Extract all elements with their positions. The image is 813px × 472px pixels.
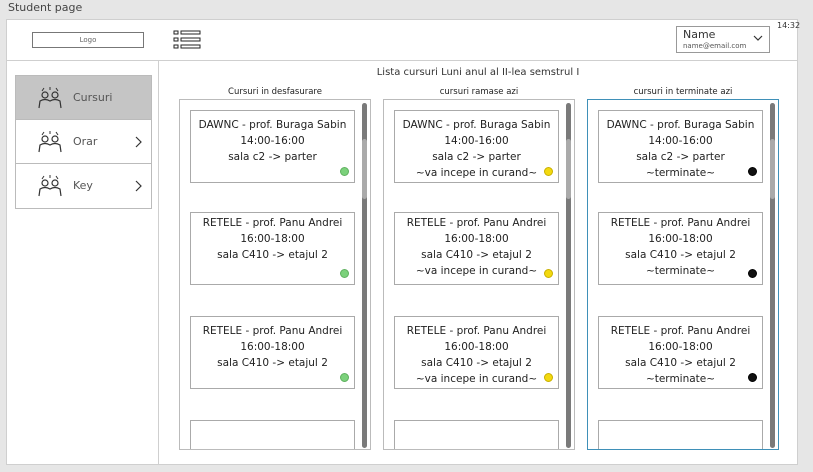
course-room: sala C410 -> etajul 2 (421, 249, 532, 261)
people-icon (38, 131, 62, 153)
sidebar-item-label: Cursuri (73, 91, 113, 104)
list-icon[interactable] (173, 29, 201, 51)
header: Logo Name name@email.com 14:32 (7, 20, 801, 61)
column-title-remaining: cursuri ramase azi (439, 87, 519, 97)
column-remaining[interactable]: DAWNC - prof. Buraga Sabin 14:00-16:00 s… (383, 99, 575, 450)
course-room: sala c2 -> parter (228, 151, 317, 163)
course-status: ~terminate~ (645, 167, 716, 179)
course-name: RETELE - prof. Panu Andrei (610, 325, 751, 337)
course-card[interactable]: DAWNC - prof. Buraga Sabin 14:00-16:00 s… (394, 110, 559, 183)
course-status: ~terminate~ (645, 265, 716, 277)
course-room: sala C410 -> etajul 2 (421, 357, 532, 369)
course-time: 14:00-16:00 (444, 135, 509, 147)
sidebar-item-label: Orar (73, 135, 98, 148)
course-status: ~va incepe in curand~ (415, 265, 538, 277)
course-status: ~va incepe in curand~ (415, 167, 538, 179)
course-name: DAWNC - prof. Buraga Sabin (606, 119, 755, 131)
course-room: sala c2 -> parter (432, 151, 521, 163)
user-name: Name (683, 28, 716, 41)
scrollbar[interactable] (770, 103, 775, 448)
people-icon (38, 87, 62, 109)
status-dot (544, 167, 553, 176)
course-time: 14:00-16:00 (648, 135, 713, 147)
app-frame: Logo Name name@email.com 14:32 Cursuri O… (6, 19, 801, 465)
course-room: sala C410 -> etajul 2 (625, 249, 736, 261)
chevron-right-icon (135, 180, 142, 192)
clock: 14:32 (777, 21, 801, 30)
course-card[interactable]: DAWNC - prof. Buraga Sabin 14:00-16:00 s… (190, 110, 355, 183)
course-status: ~terminate~ (645, 373, 716, 385)
course-time: 14:00-16:00 (240, 135, 305, 147)
status-dot (544, 373, 553, 382)
user-email: name@email.com (683, 42, 747, 50)
column-finished[interactable]: DAWNC - prof. Buraga Sabin 14:00-16:00 s… (587, 99, 779, 450)
chevron-down-icon (753, 35, 763, 41)
course-time: 16:00-18:00 (444, 233, 509, 245)
sidebar: Cursuri Orar Key (7, 61, 159, 465)
course-time: 16:00-18:00 (240, 341, 305, 353)
course-card[interactable]: RETELE - prof. Panu Andrei 16:00-18:00 s… (190, 316, 355, 389)
course-status: ~va incepe in curand~ (415, 373, 538, 385)
logo[interactable]: Logo (32, 32, 144, 48)
course-card[interactable]: RETELE - prof. Panu Andrei 16:00-18:00 s… (190, 212, 355, 285)
course-time: 16:00-18:00 (240, 233, 305, 245)
scrollbar[interactable] (566, 103, 571, 448)
column-title-ongoing: Cursuri in desfasurare (228, 87, 322, 97)
course-card-empty[interactable] (190, 420, 355, 449)
course-name: DAWNC - prof. Buraga Sabin (402, 119, 551, 131)
course-card[interactable]: RETELE - prof. Panu Andrei 16:00-18:00 s… (394, 316, 559, 389)
user-dropdown[interactable]: Name name@email.com (676, 26, 770, 53)
course-time: 16:00-18:00 (648, 233, 713, 245)
course-time: 16:00-18:00 (444, 341, 509, 353)
course-room: sala c2 -> parter (636, 151, 725, 163)
course-time: 16:00-18:00 (648, 341, 713, 353)
sidebar-item-cursuri[interactable]: Cursuri (16, 76, 151, 120)
course-card[interactable]: RETELE - prof. Panu Andrei 16:00-18:00 s… (598, 212, 763, 285)
course-room: sala C410 -> etajul 2 (217, 357, 328, 369)
status-dot (340, 167, 349, 176)
course-name: RETELE - prof. Panu Andrei (202, 217, 343, 229)
column-title-finished: cursuri in terminate azi (633, 87, 733, 97)
status-dot (340, 373, 349, 382)
status-dot (340, 269, 349, 278)
status-dot (748, 269, 757, 278)
course-room: sala C410 -> etajul 2 (217, 249, 328, 261)
course-name: RETELE - prof. Panu Andrei (406, 217, 547, 229)
course-room: sala C410 -> etajul 2 (625, 357, 736, 369)
course-card[interactable]: RETELE - prof. Panu Andrei 16:00-18:00 s… (598, 316, 763, 389)
sidebar-menu: Cursuri Orar Key (15, 75, 152, 209)
sidebar-item-key[interactable]: Key (16, 164, 151, 208)
scrollbar[interactable] (362, 103, 367, 448)
course-name: RETELE - prof. Panu Andrei (406, 325, 547, 337)
course-card-empty[interactable] (394, 420, 559, 449)
courses-list-title: Lista cursuri Luni anul al II-lea semstr… (376, 67, 580, 78)
course-card[interactable]: DAWNC - prof. Buraga Sabin 14:00-16:00 s… (598, 110, 763, 183)
status-dot (544, 269, 553, 278)
status-dot (748, 373, 757, 382)
chevron-right-icon (135, 136, 142, 148)
sidebar-item-label: Key (73, 179, 93, 192)
course-card-empty[interactable] (598, 420, 763, 449)
page-title: Student page (8, 1, 83, 14)
course-name: DAWNC - prof. Buraga Sabin (198, 119, 347, 131)
course-card[interactable]: RETELE - prof. Panu Andrei 16:00-18:00 s… (394, 212, 559, 285)
course-name: RETELE - prof. Panu Andrei (202, 325, 343, 337)
column-ongoing[interactable]: DAWNC - prof. Buraga Sabin 14:00-16:00 s… (179, 99, 371, 450)
course-name: RETELE - prof. Panu Andrei (610, 217, 751, 229)
people-icon (38, 175, 62, 197)
sidebar-item-orar[interactable]: Orar (16, 120, 151, 164)
status-dot (748, 167, 757, 176)
